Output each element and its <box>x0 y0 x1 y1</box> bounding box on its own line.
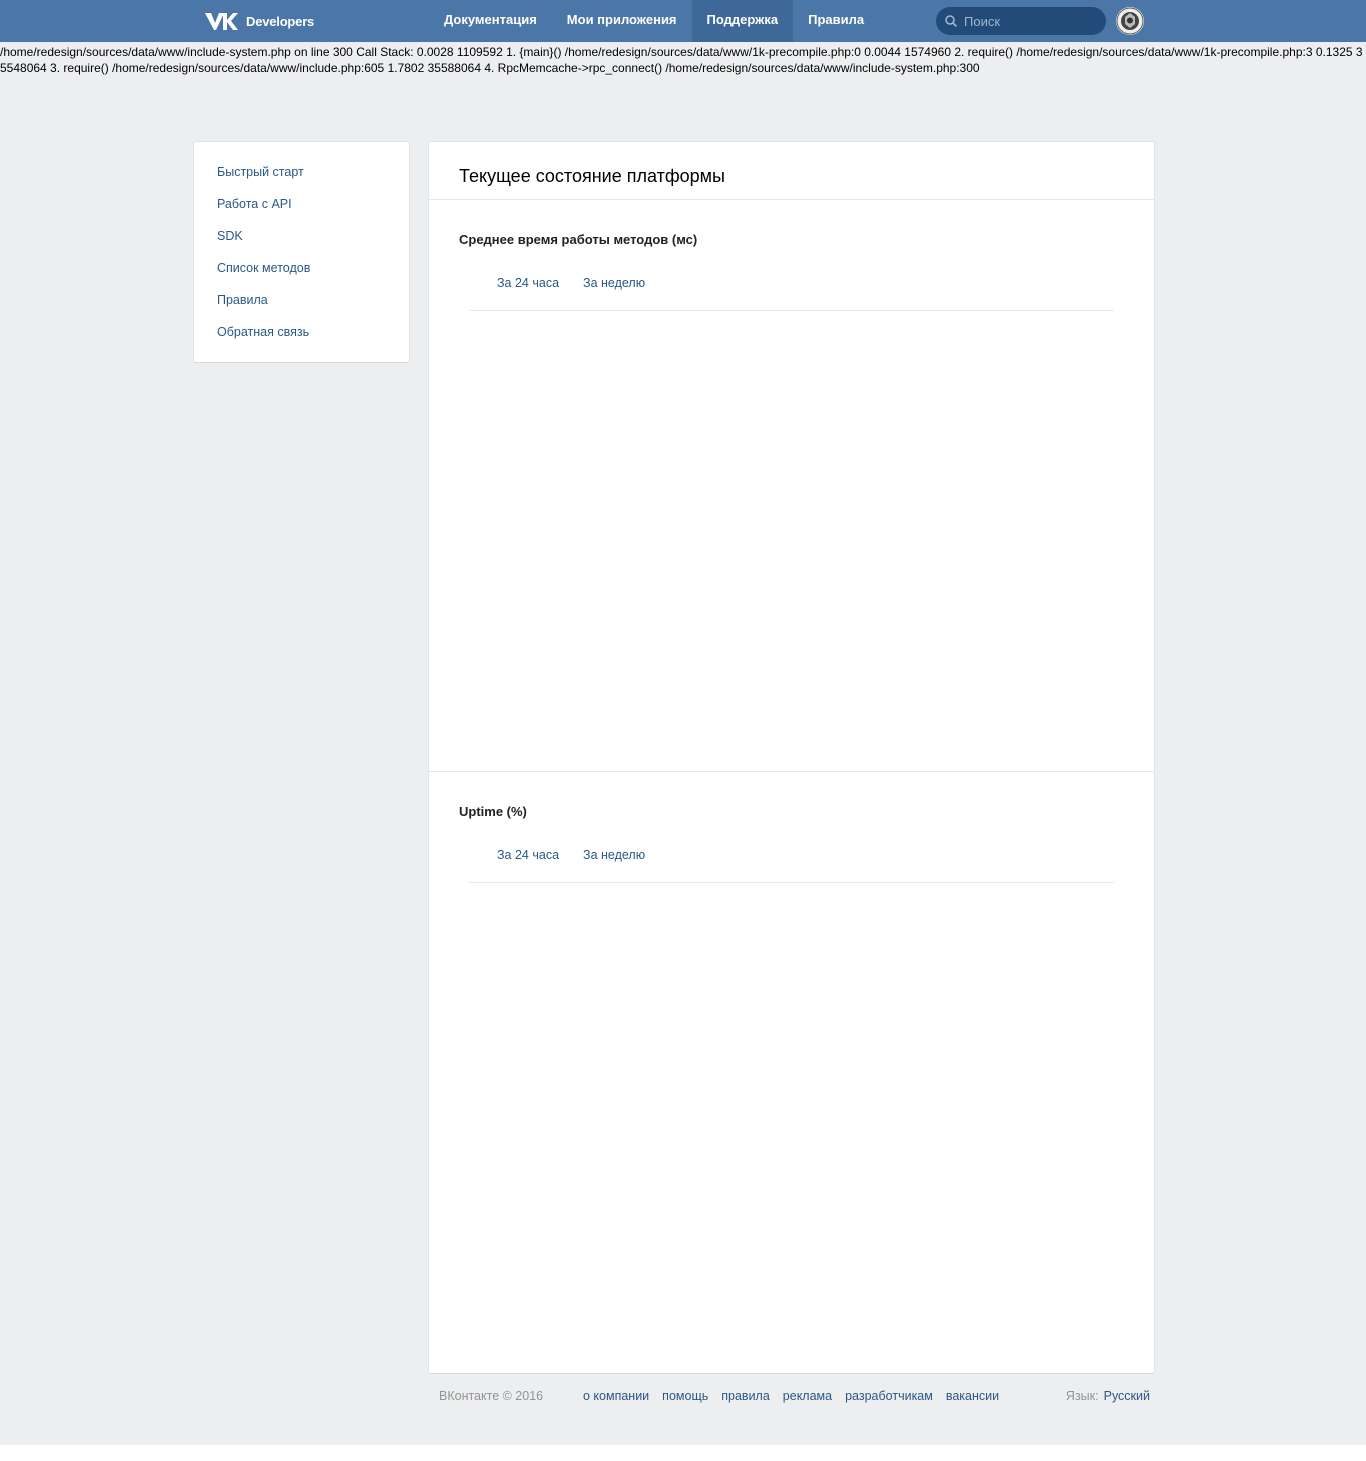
section-title-uptime: Uptime (%) <box>459 804 527 819</box>
sidebar-item-rules[interactable]: Правила <box>194 290 409 322</box>
search-input[interactable] <box>936 7 1106 35</box>
section-tabs-uptime: За 24 часа За неделю <box>497 848 645 862</box>
section-title-method-time: Среднее время работы методов (мс) <box>459 232 698 247</box>
section-tabs-method-time: За 24 часа За неделю <box>497 276 645 290</box>
sidebar-item-quick-start[interactable]: Быстрый старт <box>194 162 409 194</box>
sidebar-item-feedback[interactable]: Обратная связь <box>194 322 409 354</box>
footer-language: Язык: Русский <box>1066 1389 1150 1403</box>
footer: ВКонтакте © 2016 о компании помощь прави… <box>439 1389 1150 1409</box>
footer-link-developers[interactable]: разработчикам <box>845 1389 933 1403</box>
nav-support[interactable]: Поддержка <box>691 0 794 42</box>
language-selector[interactable]: Русский <box>1104 1389 1150 1403</box>
nav-rules[interactable]: Правила <box>793 0 879 42</box>
top-nav: Документация Мои приложения Поддержка Пр… <box>429 0 879 42</box>
chart-area-method-time <box>469 311 1114 771</box>
footer-copyright: ВКонтакте © 2016 <box>439 1389 544 1403</box>
logo-text: Developers <box>246 13 315 29</box>
footer-link-about[interactable]: о компании <box>583 1389 649 1403</box>
tab-week[interactable]: За неделю <box>583 848 645 862</box>
sidebar-item-sdk[interactable]: SDK <box>194 226 409 258</box>
logo[interactable]: Developers <box>204 10 314 32</box>
vk-logo-icon <box>205 13 238 30</box>
main-panel: Текущее состояние платформы Среднее врем… <box>429 142 1154 1373</box>
nav-documentation[interactable]: Документация <box>429 0 552 42</box>
footer-link-ads[interactable]: реклама <box>783 1389 832 1403</box>
top-header: Developers Документация Мои приложения П… <box>0 0 1366 42</box>
tab-24h[interactable]: За 24 часа <box>497 848 559 862</box>
avatar[interactable] <box>1116 7 1144 35</box>
avatar-emblem-icon <box>1116 7 1144 35</box>
footer-link-help[interactable]: помощь <box>662 1389 708 1403</box>
bottom-strip <box>0 1445 1366 1461</box>
sidebar: Быстрый старт Работа с API SDK Список ме… <box>194 142 409 362</box>
footer-link-rules[interactable]: правила <box>721 1389 770 1403</box>
page-title: Текущее состояние платформы <box>459 166 725 186</box>
search-box <box>936 7 1106 35</box>
section-divider <box>429 771 1154 772</box>
sidebar-item-api[interactable]: Работа с API <box>194 194 409 226</box>
tab-week[interactable]: За неделю <box>583 276 645 290</box>
search-icon <box>945 15 957 27</box>
tab-24h[interactable]: За 24 часа <box>497 276 559 290</box>
footer-link-jobs[interactable]: вакансии <box>946 1389 999 1403</box>
title-divider <box>429 199 1154 200</box>
error-stack-trace: /home/redesign/sources/data/www/include-… <box>0 45 1363 75</box>
sidebar-item-methods[interactable]: Список методов <box>194 258 409 290</box>
nav-my-apps[interactable]: Мои приложения <box>552 0 692 42</box>
chart-area-uptime <box>469 883 1114 1353</box>
language-label: Язык: <box>1065 1389 1099 1403</box>
footer-links: о компании помощь правила реклама разраб… <box>583 1389 999 1403</box>
